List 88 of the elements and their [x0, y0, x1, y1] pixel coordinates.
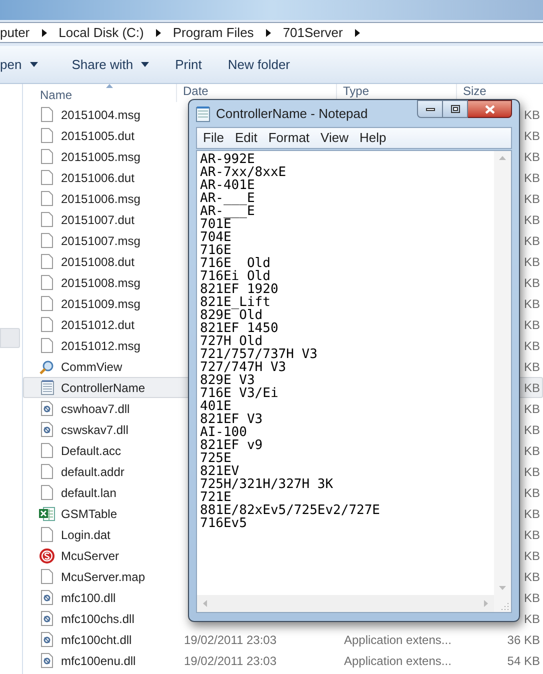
text-line: AR-___E [200, 192, 255, 205]
text-line: 716E V3/Ei [200, 387, 278, 400]
size-cell: KB [524, 150, 540, 164]
text-line: 716Ei Old [200, 270, 270, 283]
text-line: AR-___E [200, 205, 255, 218]
file-name: CommView [61, 358, 122, 376]
size-cell: 36 KB [507, 632, 540, 646]
size-cell: KB [524, 590, 540, 604]
size-cell: KB [524, 192, 540, 206]
file-name: cswskav7.dll [61, 422, 128, 438]
file-name: 20151005.dut [61, 128, 134, 144]
text-line: 821EF v9 [200, 439, 263, 452]
file-name: cswhoav7.dll [61, 400, 130, 418]
type-cell: Application extens... [344, 654, 452, 668]
type-cell: Application extens... [344, 632, 452, 646]
file-name: default.lan [61, 484, 116, 502]
text-line: AR-401E [200, 179, 255, 192]
size-cell: KB [524, 570, 540, 584]
size-cell: KB [524, 528, 540, 542]
text-line: AI-100 [200, 426, 247, 439]
text-line: 821EF 1920 [200, 283, 278, 296]
text-line: 716E Old [200, 257, 270, 270]
size-cell: KB [524, 422, 540, 436]
text-line: 701E [200, 218, 232, 231]
text-line: 727/747H V3 [200, 361, 286, 374]
text-line: 829E V3 [200, 374, 255, 387]
file-name: mfc100.dll [61, 590, 116, 606]
file-name: 20151007.dut [61, 212, 134, 228]
date-cell: 19/02/2011 23:03 [184, 654, 277, 668]
text-line: 721E [200, 491, 232, 504]
file-name: 20151005.msg [61, 148, 140, 166]
text-line: 725E [200, 452, 232, 465]
size-cell: KB [524, 318, 540, 332]
file-name: 20151004.msg [61, 106, 140, 124]
text-line: 725H/321H/327H 3K [200, 478, 334, 491]
size-cell: KB [524, 234, 540, 248]
window-title: ControllerName - Notepad [216, 104, 368, 123]
file-name: mfc100cht.dll [61, 632, 132, 648]
text-line: 829E Old [200, 309, 263, 322]
size-cell: KB [524, 276, 540, 290]
file-name: 20151006.msg [61, 190, 140, 208]
size-cell: KB [524, 338, 540, 352]
file-name: 20151012.msg [61, 338, 140, 354]
text-line: 727H Old [200, 335, 263, 348]
file-name: McuServer [61, 548, 120, 564]
text-line: 721/757/737H V3 [200, 348, 318, 361]
file-name: 20151008.dut [61, 254, 134, 270]
text-line: 821EV [200, 465, 240, 478]
size-cell: KB [524, 464, 540, 478]
text-line: AR-992E [200, 153, 255, 166]
text-line: AR-7xx/8xxE [200, 166, 286, 179]
size-cell: KB [524, 212, 540, 226]
text-line: 716E [200, 244, 232, 257]
size-cell: KB [524, 612, 540, 626]
file-name: 20151012.dut [61, 316, 134, 334]
file-name: 20151006.dut [61, 170, 134, 186]
text-line: 821E_Lift [200, 296, 270, 309]
size-cell: KB [524, 360, 540, 374]
file-name: default.addr [61, 464, 124, 480]
file-name: ControllerName [61, 380, 146, 396]
size-cell: KB [524, 444, 540, 458]
size-cell: KB [524, 170, 540, 184]
size-cell: KB [524, 108, 540, 122]
size-cell: KB [524, 254, 540, 268]
file-name: GSMTable [61, 506, 118, 522]
size-cell: KB [524, 128, 540, 142]
date-cell: 19/02/2011 23:03 [184, 632, 277, 646]
file-name: McuServer.map [61, 568, 146, 586]
file-name: Login.dat [61, 526, 110, 544]
size-cell: KB [524, 402, 540, 416]
size-cell: KB [524, 296, 540, 310]
size-cell: KB [524, 506, 540, 520]
file-name: 20151008.msg [61, 274, 140, 292]
text-line: 401E [200, 400, 232, 413]
text-line: 821EF V3 [200, 413, 263, 426]
file-name: 20151007.msg [61, 232, 140, 250]
size-cell: KB [524, 486, 540, 500]
text-line: 716Ev5 [200, 517, 247, 530]
text-line: 881E/82xEv5/725Ev2/727E [200, 504, 380, 517]
file-name: 20151009.msg [61, 296, 140, 312]
text-line: 821EF 1450 [200, 322, 278, 335]
text-line: 704E [200, 231, 232, 244]
file-name: mfc100enu.dll [61, 652, 136, 670]
size-cell: KB [524, 380, 540, 394]
size-cell: 54 KB [507, 654, 540, 668]
file-name: Default.acc [61, 442, 122, 460]
file-name: mfc100chs.dll [61, 610, 134, 628]
size-cell: KB [524, 548, 540, 562]
